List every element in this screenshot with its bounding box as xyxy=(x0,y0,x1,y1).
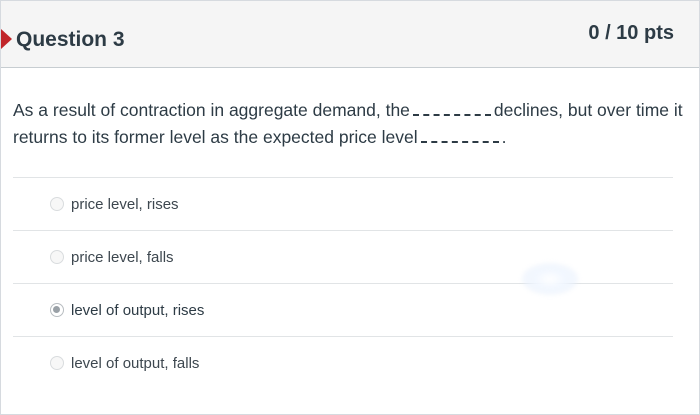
radio-button-icon[interactable] xyxy=(50,250,64,264)
answer-option-selected[interactable]: level of output, rises xyxy=(13,283,673,336)
answer-option[interactable]: price level, rises xyxy=(13,177,673,230)
answer-label: level of output, falls xyxy=(71,355,200,372)
answer-option[interactable]: level of output, falls xyxy=(13,336,673,389)
answer-blank-1 xyxy=(412,104,491,116)
question-text: As a result of contraction in aggregate … xyxy=(13,97,683,151)
answer-label: price level, rises xyxy=(71,196,179,213)
question-text-part-1: As a result of contraction in aggregate … xyxy=(13,100,410,120)
answer-blank-2 xyxy=(420,131,499,143)
radio-button-icon[interactable] xyxy=(50,356,64,370)
question-title: Question 3 xyxy=(16,28,125,51)
incorrect-flag-icon xyxy=(1,29,12,49)
question-points: 0 / 10 pts xyxy=(588,22,674,44)
answer-label: price level, falls xyxy=(71,249,174,266)
question-header: Question 3 0 / 10 pts xyxy=(1,1,699,68)
question-card: Question 3 0 / 10 pts As a result of con… xyxy=(0,0,700,415)
radio-button-selected-icon[interactable] xyxy=(50,303,64,317)
screen-glare xyxy=(522,263,578,295)
question-text-part-3: . xyxy=(501,127,507,147)
answer-label: level of output, rises xyxy=(71,302,205,319)
radio-button-icon[interactable] xyxy=(50,197,64,211)
